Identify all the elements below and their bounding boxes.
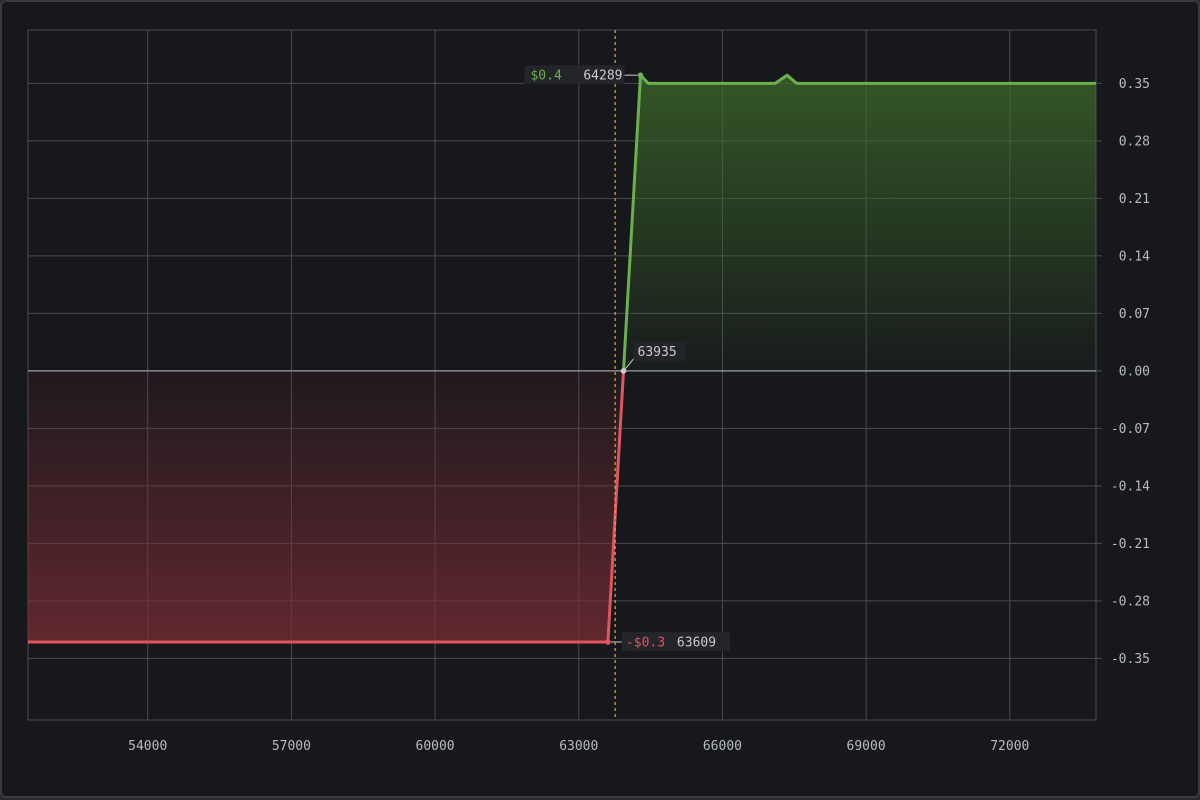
- y-tick-label: 0.28: [1119, 134, 1150, 149]
- x-tick-label: 63000: [559, 739, 598, 754]
- y-tick-label: -0.14: [1111, 479, 1150, 494]
- payoff-chart[interactable]: 54000 57000 60000 63000 66000 69000 72000 0.35…: [2, 2, 1200, 800]
- annotation-value: $0.4: [530, 69, 561, 84]
- y-tick-label: 0.00: [1119, 364, 1150, 379]
- annotation-value: -$0.3: [626, 635, 665, 650]
- point-marker: [605, 639, 611, 645]
- x-axis-ticks: 54000 57000 60000 63000 66000 69000 72000: [128, 739, 1029, 754]
- profit-area: [623, 75, 1096, 371]
- x-tick-label: 66000: [703, 739, 742, 754]
- annotation-price: 63609: [677, 635, 716, 650]
- point-marker: [637, 72, 644, 78]
- x-tick-label: 60000: [416, 739, 455, 754]
- x-tick-label: 69000: [847, 739, 886, 754]
- y-tick-label: -0.21: [1111, 537, 1150, 552]
- loss-area: [28, 370, 624, 642]
- x-tick-label: 54000: [128, 739, 167, 754]
- x-tick-label: 72000: [990, 739, 1029, 754]
- area-fills: [28, 75, 1096, 642]
- y-tick-label: -0.28: [1111, 594, 1150, 609]
- y-tick-label: 0.07: [1119, 307, 1150, 322]
- chart-frame: 54000 57000 60000 63000 66000 69000 72000 0.35…: [0, 0, 1200, 798]
- y-tick-label: -0.07: [1111, 422, 1150, 437]
- annotation-price: 64289: [583, 69, 622, 84]
- y-tick-label: 0.21: [1119, 192, 1150, 207]
- y-tick-label: 0.35: [1119, 77, 1150, 92]
- y-tick-label: 0.14: [1119, 249, 1150, 264]
- annotation-price: 63935: [638, 345, 677, 360]
- y-axis-ticks: 0.35 0.28 0.21 0.14 0.07 0.00 -0.07 -0.14 -0.21 -…: [1096, 77, 1150, 667]
- y-tick-label: -0.35: [1111, 652, 1150, 667]
- x-tick-label: 57000: [272, 739, 311, 754]
